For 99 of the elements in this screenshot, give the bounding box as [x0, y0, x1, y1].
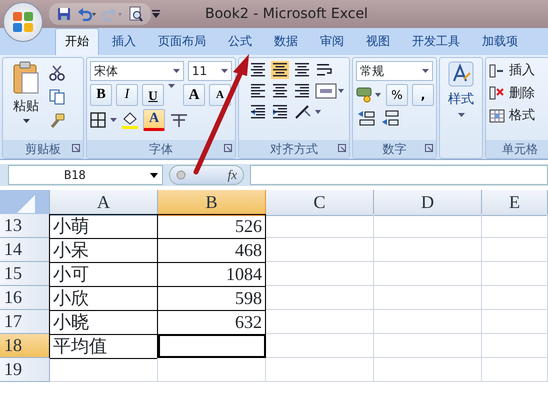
table-cell: 小萌 [49, 214, 158, 239]
font-color-button[interactable]: A [143, 109, 165, 131]
group-label: 剪贴板 [25, 142, 61, 156]
scissors-icon[interactable] [49, 65, 65, 81]
group-label: 对齐方式 [270, 142, 318, 156]
row-header[interactable]: 13 [0, 214, 50, 238]
paste-button[interactable]: 粘贴 [6, 61, 46, 137]
ribbon-tab[interactable]: 审阅 [311, 29, 353, 55]
ribbon-tab[interactable]: 公式 [219, 29, 261, 55]
row-header[interactable]: 15 [0, 262, 50, 286]
ribbon-tab[interactable]: 开发工具 [403, 29, 469, 55]
fill-color-icon[interactable] [121, 111, 139, 129]
column-header[interactable]: B [158, 190, 266, 216]
caret-icon [150, 172, 158, 178]
caret-icon [422, 69, 429, 73]
cells-menu-button[interactable]: 插入 [489, 61, 548, 80]
print-preview-icon[interactable] [129, 6, 143, 22]
group-label: 数字 [382, 142, 406, 156]
caret-icon[interactable] [110, 118, 117, 122]
window-title: Book2 - Microsoft Excel [205, 4, 368, 24]
align-top-icon[interactable] [249, 61, 267, 79]
resize-handle-icon[interactable] [176, 170, 186, 180]
grow-font-button[interactable]: A [183, 84, 205, 106]
font-name-field[interactable]: 宋体 [90, 61, 184, 81]
dialog-launcher-icon[interactable] [224, 144, 232, 152]
column-header[interactable]: E [482, 190, 548, 216]
align-left-icon[interactable] [249, 82, 267, 100]
row-header[interactable]: 18 [0, 334, 50, 358]
ribbon-tab[interactable]: 视图 [357, 29, 399, 55]
insert-function-button[interactable]: fx [228, 165, 237, 185]
name-box[interactable]: B18 [8, 165, 163, 185]
cells-menu-button[interactable]: 格式 [489, 106, 548, 126]
ribbon-tab[interactable]: 开始 [55, 28, 99, 55]
format-cells-icon [489, 108, 505, 124]
align-middle-icon[interactable] [271, 61, 289, 79]
empty-cell [482, 334, 548, 358]
group-label: 单元格 [502, 142, 538, 156]
delete-cells-icon [489, 85, 505, 102]
empty-cell [482, 286, 548, 310]
ribbon-tab[interactable]: 数据 [265, 29, 307, 55]
orientation-icon[interactable] [293, 103, 323, 121]
number-format-field[interactable]: 常规 [356, 61, 433, 81]
save-icon[interactable] [57, 7, 71, 21]
italic-button[interactable]: I [116, 84, 138, 106]
borders-icon[interactable] [90, 112, 106, 128]
caret-icon [458, 112, 464, 116]
empty-cell [482, 262, 548, 286]
caret-icon [221, 69, 228, 73]
row-header[interactable]: 19 [0, 358, 50, 382]
row-header[interactable]: 14 [0, 238, 50, 262]
bold-button[interactable]: B [90, 84, 112, 106]
phonetic-icon[interactable] [169, 112, 189, 128]
empty-cell [482, 358, 548, 382]
table-cell: 526 [157, 214, 266, 239]
cells-menu-button[interactable]: 删除 [489, 84, 548, 103]
clipboard-icon [12, 61, 40, 95]
percent-button[interactable]: % [386, 84, 408, 106]
styles-icon [448, 61, 474, 87]
logo-icon [11, 10, 35, 34]
comma-button[interactable]: , [412, 84, 434, 106]
format-painter-icon[interactable] [49, 113, 65, 129]
formula-field[interactable] [250, 165, 548, 185]
empty-cell [482, 214, 548, 238]
customize-menu-icon[interactable] [151, 9, 161, 19]
ribbon-tab[interactable]: 插入 [103, 29, 145, 55]
align-right-icon[interactable] [293, 82, 311, 100]
font-size-field[interactable]: 11 [188, 61, 232, 81]
dialog-launcher-icon[interactable] [425, 144, 433, 152]
dialog-launcher-icon[interactable] [72, 144, 80, 152]
column-header[interactable]: C [266, 190, 374, 216]
ribbon-tab[interactable]: 加载项 [473, 29, 527, 55]
increase-decimal-icon[interactable] [356, 109, 376, 127]
underline-button[interactable]: U [142, 84, 164, 106]
group-label: 字体 [149, 142, 173, 156]
empty-cell [482, 238, 548, 262]
column-header[interactable]: D [374, 190, 482, 216]
table-cell: 平均值 [49, 334, 158, 359]
ribbon-tab[interactable]: 页面布局 [149, 29, 215, 55]
insert-cells-icon [489, 62, 505, 79]
empty-cell [482, 310, 548, 334]
row-header[interactable]: 16 [0, 286, 50, 310]
decrease-indent-icon[interactable] [249, 103, 267, 121]
dialog-launcher-icon[interactable] [338, 144, 346, 152]
office-button[interactable] [3, 2, 43, 42]
align-bottom-icon[interactable] [293, 61, 311, 79]
styles-button[interactable]: 样式 [448, 61, 474, 137]
caret-icon[interactable] [168, 84, 175, 88]
merge-cells-icon[interactable] [315, 82, 345, 100]
increase-indent-icon[interactable] [271, 103, 289, 121]
row-header[interactable]: 17 [0, 310, 50, 334]
decrease-decimal-icon[interactable] [380, 109, 400, 127]
caret-icon [172, 69, 180, 73]
currency-icon[interactable] [356, 86, 382, 104]
column-header[interactable]: A [50, 190, 158, 216]
align-center-icon[interactable] [271, 82, 289, 100]
active-cell[interactable] [158, 334, 266, 358]
copy-icon[interactable] [49, 89, 65, 105]
caret-icon [22, 118, 30, 122]
undo-icon[interactable] [77, 7, 97, 21]
